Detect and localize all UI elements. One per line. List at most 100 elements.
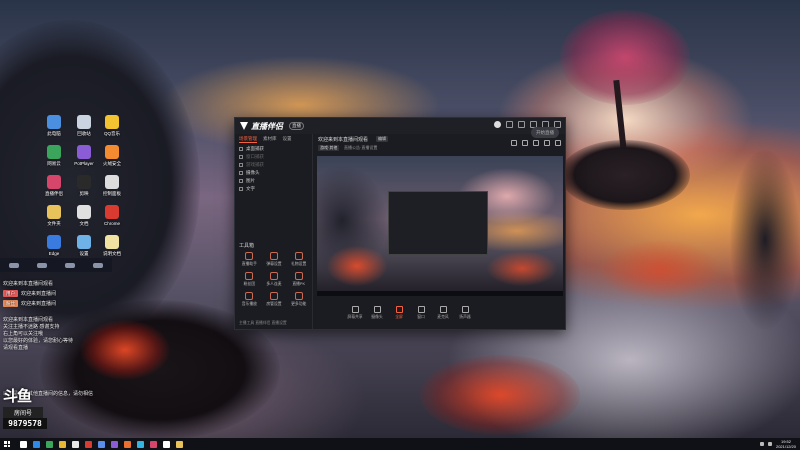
gift-icon[interactable] <box>511 140 517 146</box>
category-select[interactable]: 游戏·其他 <box>318 145 340 151</box>
desktop-icon-label: 网易云 <box>47 161 61 166</box>
scene-item[interactable]: 图片 <box>235 177 312 185</box>
tool-button[interactable]: 直播PK <box>286 272 311 287</box>
control-button[interactable]: 扬声器 <box>454 306 476 320</box>
tab-assets[interactable]: 素材库 <box>263 136 277 143</box>
control-button[interactable]: 摄像头 <box>366 306 388 320</box>
clock[interactable]: 19:52 2021/12/20 <box>776 439 796 449</box>
tool-button[interactable]: 房管设置 <box>262 292 287 307</box>
control-button[interactable]: 麦克风 <box>432 306 454 320</box>
tool-button[interactable]: 直播助手 <box>237 252 262 267</box>
desktop-icon-label: 控制面板 <box>103 191 121 196</box>
taskbar-app-icon[interactable] <box>111 440 118 448</box>
visibility-checkbox[interactable] <box>239 147 243 151</box>
chat-notice-line: 欢迎来到本直播间观看 <box>3 317 54 323</box>
stream-preview[interactable] <box>317 156 563 296</box>
control-button[interactable]: 全屏 <box>388 306 410 320</box>
control-button[interactable]: 屏幕共享 <box>344 306 366 320</box>
visibility-checkbox[interactable] <box>239 171 243 175</box>
desktop-icon[interactable]: 文档 <box>70 205 98 227</box>
nested-app-preview <box>388 191 488 255</box>
desktop-icon[interactable]: PotPlayer <box>70 145 98 166</box>
app-titlebar[interactable]: 直播伴侣 直播 <box>235 118 565 134</box>
desktop-icon-label: 剪映 <box>79 191 89 196</box>
scene-item[interactable]: 窗口捕获 <box>235 153 312 161</box>
desktop-icon[interactable]: 控制面板 <box>98 175 126 197</box>
taskbar-app-icon[interactable] <box>46 440 53 448</box>
tool-button[interactable]: 弹幕设置 <box>262 252 287 267</box>
desktop-app-icon <box>47 205 61 219</box>
chat-tab[interactable] <box>65 262 75 268</box>
tab-settings[interactable]: 设置 <box>283 136 292 143</box>
control-label: 摄像头 <box>371 315 383 319</box>
top-icons <box>511 140 561 146</box>
tool-icon <box>269 292 278 300</box>
desktop-icon[interactable]: 火绒安全 <box>98 145 126 167</box>
visibility-checkbox[interactable] <box>239 155 243 159</box>
desktop-icon[interactable]: Chrome <box>98 205 126 226</box>
taskbar-app-icon[interactable] <box>163 440 170 448</box>
visibility-checkbox[interactable] <box>239 163 243 167</box>
visibility-checkbox[interactable] <box>239 187 243 191</box>
taskbar-app-icon[interactable] <box>176 440 183 448</box>
desktop-icon[interactable]: 设置 <box>70 235 98 257</box>
settings-icon[interactable] <box>518 121 525 128</box>
tool-button[interactable]: 礼物设置 <box>286 252 311 267</box>
share-icon[interactable] <box>555 140 561 146</box>
scene-item[interactable]: 桌面捕获 <box>235 145 312 153</box>
scene-item[interactable]: 摄像头 <box>235 169 312 177</box>
control-label: 麦克风 <box>437 315 449 319</box>
desktop-icon[interactable]: 说明文档 <box>98 235 126 257</box>
taskbar-app-icon[interactable] <box>72 440 79 448</box>
chat-message: 粉丝 欢迎来到直播间 <box>3 300 56 307</box>
screenshot-icon[interactable] <box>533 140 539 146</box>
start-live-button[interactable]: 开始直播 <box>531 127 559 138</box>
taskbar-app-icon[interactable] <box>33 440 40 448</box>
windows-start-icon[interactable] <box>2 439 12 449</box>
visibility-checkbox[interactable] <box>239 179 243 183</box>
chat-tab[interactable] <box>9 262 19 268</box>
avatar-icon[interactable] <box>494 121 501 128</box>
desktop-icon[interactable]: 网易云 <box>40 145 68 167</box>
desktop-icon[interactable]: Edge <box>40 235 68 256</box>
desktop-icon-label: 火绒安全 <box>103 161 121 166</box>
taskbar-app-icon[interactable] <box>85 440 92 448</box>
stats-icon[interactable] <box>544 140 550 146</box>
live-title[interactable]: 欢迎来到本直播间观看 <box>318 136 368 143</box>
desktop-icon[interactable]: 回收站 <box>70 115 98 137</box>
chat-tab[interactable] <box>93 262 103 268</box>
taskbar-app-icon[interactable] <box>20 440 27 448</box>
tool-icon <box>294 272 303 280</box>
volume-icon[interactable] <box>767 442 772 446</box>
tool-button[interactable]: 多人连麦 <box>262 272 287 287</box>
control-button[interactable]: 窗口 <box>410 306 432 320</box>
notice-link[interactable]: 直播公告·直播设置 <box>344 145 377 151</box>
taskbar-app-icon[interactable] <box>98 440 105 448</box>
network-icon[interactable] <box>759 442 764 446</box>
taskbar-app-icon[interactable] <box>124 440 131 448</box>
scene-item[interactable]: 文字 <box>235 185 312 193</box>
scene-item[interactable]: 游戏捕获 <box>235 161 312 169</box>
taskbar-app-icon[interactable] <box>150 440 157 448</box>
edit-title-button[interactable]: 编辑 <box>376 136 388 142</box>
tab-scenes[interactable]: 场景管理 <box>239 136 257 143</box>
desktop-icon-label: 此电脑 <box>47 131 61 136</box>
taskbar-app-icon[interactable] <box>137 440 144 448</box>
desktop-icon[interactable]: 剪映 <box>70 175 98 197</box>
chat-tab[interactable] <box>37 262 47 268</box>
tool-button[interactable]: 音乐播放 <box>237 292 262 307</box>
desktop-icon[interactable]: 此电脑 <box>40 115 68 137</box>
tool-button[interactable]: 粉丝团 <box>237 272 262 287</box>
desktop-icon[interactable]: 直播伴侣 <box>40 175 68 197</box>
tool-button[interactable]: 更多功能 <box>286 292 311 307</box>
chat-notice-line: 关注主播不迷路 感谢支持 <box>3 324 60 330</box>
taskbar-app-icon[interactable] <box>59 440 66 448</box>
desktop-icon[interactable]: QQ音乐 <box>98 115 126 137</box>
message-icon[interactable] <box>506 121 513 128</box>
control-label: 窗口 <box>417 315 425 319</box>
app-logo-icon <box>240 122 248 130</box>
room-label: 房间号 <box>3 407 43 418</box>
desktop-icon[interactable]: 文件夹 <box>40 205 68 227</box>
record-icon[interactable] <box>522 140 528 146</box>
control-icon <box>373 306 381 313</box>
